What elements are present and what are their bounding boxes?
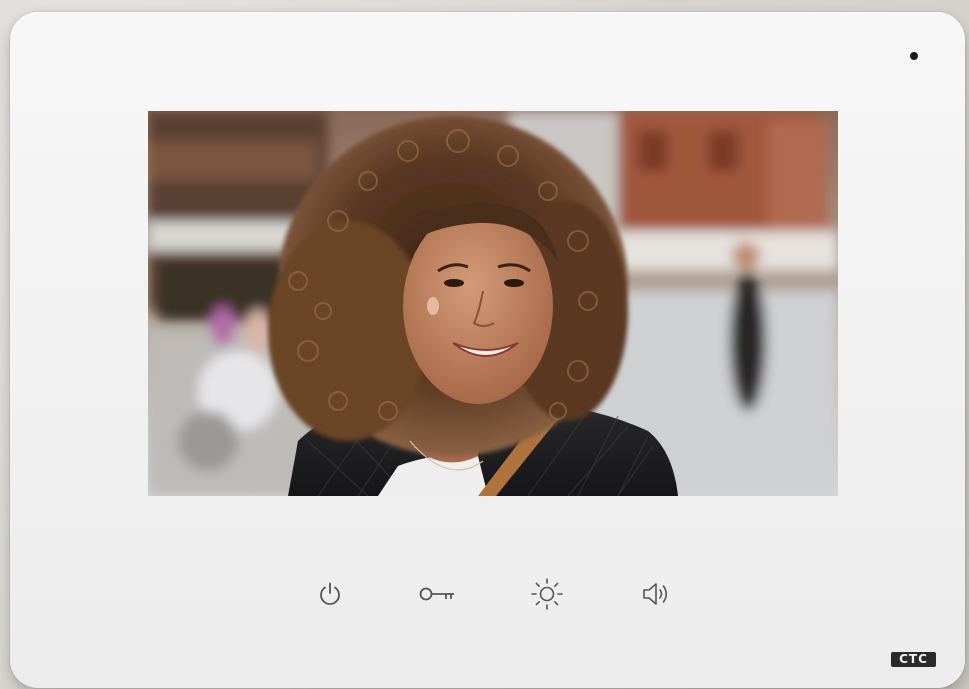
- power-icon: [316, 580, 344, 608]
- key-icon: [418, 580, 458, 608]
- brightness-button[interactable]: [527, 574, 567, 614]
- control-bar: [10, 574, 965, 616]
- video-screen: [148, 111, 838, 496]
- video-feed-image: [148, 111, 838, 496]
- power-button[interactable]: [310, 574, 350, 614]
- brand-logo: CTC: [891, 652, 936, 667]
- volume-button[interactable]: [636, 574, 676, 614]
- unlock-button[interactable]: [418, 574, 458, 614]
- intercom-monitor: CTC: [10, 12, 965, 688]
- sun-icon: [529, 576, 565, 612]
- camera-lens: [910, 52, 918, 60]
- speaker-icon: [639, 579, 673, 609]
